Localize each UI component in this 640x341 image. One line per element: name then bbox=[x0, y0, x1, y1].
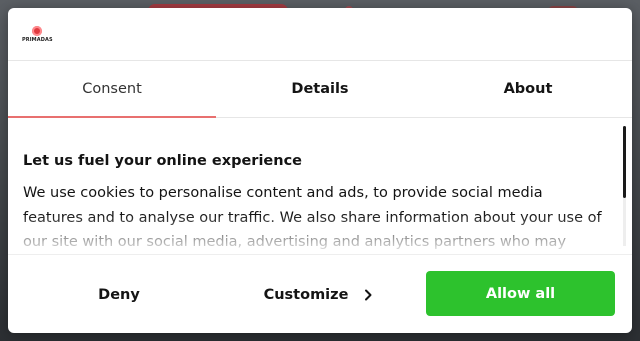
tab-consent[interactable]: Consent bbox=[8, 61, 216, 118]
tab-about[interactable]: About bbox=[424, 61, 632, 117]
dialog-footer: Deny Customize Allow all bbox=[8, 254, 632, 333]
chevron-right-icon bbox=[365, 289, 372, 300]
allow-all-button-label: Allow all bbox=[485, 285, 556, 302]
content-scrollbar-thumb[interactable] bbox=[623, 126, 626, 198]
deny-button-label: Deny bbox=[98, 286, 140, 303]
brand-logo: PRIMADAS bbox=[22, 26, 53, 46]
dialog-header: PRIMADAS bbox=[8, 8, 632, 61]
tab-details[interactable]: Details bbox=[216, 61, 424, 117]
content-fade-overlay bbox=[8, 214, 632, 254]
consent-content[interactable]: Let us fuel your online experience We us… bbox=[8, 120, 632, 254]
deny-button[interactable]: Deny bbox=[24, 272, 214, 317]
logo-text: PRIMADAS bbox=[22, 37, 53, 43]
customize-button[interactable]: Customize bbox=[224, 272, 414, 317]
consent-tabs: Consent Details About bbox=[8, 61, 632, 118]
content-scrollbar-track[interactable] bbox=[623, 198, 626, 246]
customize-button-label: Customize bbox=[263, 286, 349, 303]
allow-all-button[interactable]: Allow all bbox=[426, 271, 615, 316]
consent-heading: Let us fuel your online experience bbox=[23, 153, 303, 169]
logo-mark-icon bbox=[32, 26, 42, 36]
cookie-consent-dialog: PRIMADAS Consent Details About Let us fu… bbox=[8, 8, 632, 333]
